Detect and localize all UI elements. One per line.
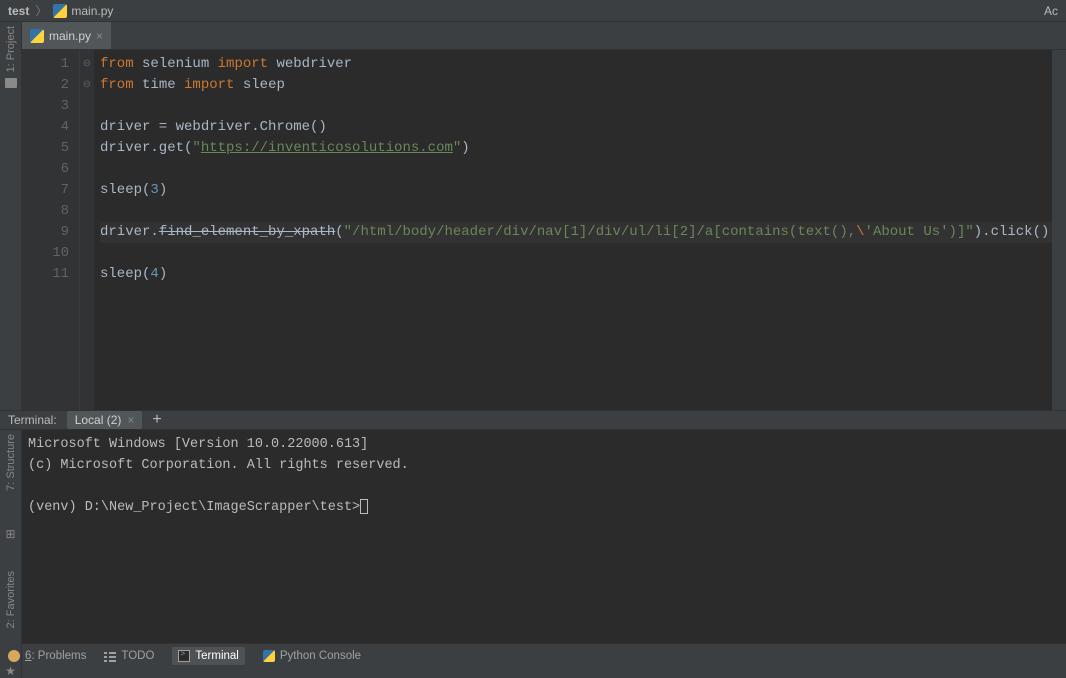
- structure-tool-button[interactable]: 7: Structure: [5, 434, 17, 491]
- status-todo[interactable]: TODO: [104, 650, 154, 662]
- editor-tab-main[interactable]: main.py ×: [22, 22, 111, 49]
- left-tool-gutter: 1: Project: [0, 22, 22, 410]
- structure-icon: ⊞: [5, 527, 15, 541]
- close-icon[interactable]: ×: [96, 29, 103, 43]
- breadcrumb-filename: main.py: [71, 4, 113, 18]
- line-number-gutter: 1 2 3 4 5 6 7 8 9 10 11: [22, 50, 80, 410]
- breadcrumb-bar: test 〉 main.py Ac: [0, 0, 1066, 22]
- python-icon: [263, 650, 275, 662]
- terminal-cursor: [360, 499, 368, 514]
- editor-tab-bar: main.py ×: [22, 22, 1066, 50]
- warning-icon: [8, 650, 20, 662]
- terminal-panel: Terminal: Local (2) × + 7: Structure ⊞ 2…: [0, 410, 1066, 643]
- left-tool-gutter-lower: 7: Structure ⊞ 2: Favorites ★: [0, 430, 22, 678]
- terminal-tab-local[interactable]: Local (2) ×: [67, 411, 143, 429]
- editor-area: main.py × 1 2 3 4 5 6 7 8 9 10 11 ⊖ ⊖: [22, 22, 1066, 410]
- close-icon[interactable]: ×: [127, 413, 134, 427]
- tab-filename: main.py: [49, 29, 91, 43]
- fold-gutter: ⊖ ⊖: [80, 50, 94, 410]
- editor-right-strip: [1052, 50, 1066, 410]
- terminal-output[interactable]: Microsoft Windows [Version 10.0.22000.61…: [22, 430, 1066, 678]
- folder-icon: [5, 78, 17, 88]
- status-terminal[interactable]: Terminal: [172, 647, 244, 665]
- terminal-icon: [178, 650, 190, 662]
- star-icon: ★: [5, 664, 16, 678]
- status-python-console[interactable]: Python Console: [263, 650, 361, 662]
- list-icon: [104, 650, 116, 662]
- favorites-tool-button[interactable]: 2: Favorites: [5, 571, 17, 628]
- breadcrumb-sep: 〉: [35, 2, 47, 19]
- toolbar-right-action[interactable]: Ac: [1044, 4, 1058, 18]
- project-tool-button[interactable]: 1: Project: [5, 26, 17, 72]
- python-file-icon: [53, 4, 67, 18]
- terminal-title: Terminal:: [8, 413, 57, 427]
- terminal-header: Terminal: Local (2) × +: [0, 410, 1066, 430]
- status-problems[interactable]: 6: Problems: [8, 650, 86, 662]
- breadcrumb-file[interactable]: main.py: [53, 4, 113, 18]
- python-file-icon: [30, 29, 44, 43]
- code-editor[interactable]: 1 2 3 4 5 6 7 8 9 10 11 ⊖ ⊖ from seleniu…: [22, 50, 1066, 410]
- code-content[interactable]: from selenium import webdriver from time…: [94, 50, 1052, 410]
- breadcrumb-project[interactable]: test: [8, 4, 29, 18]
- add-terminal-button[interactable]: +: [152, 411, 161, 429]
